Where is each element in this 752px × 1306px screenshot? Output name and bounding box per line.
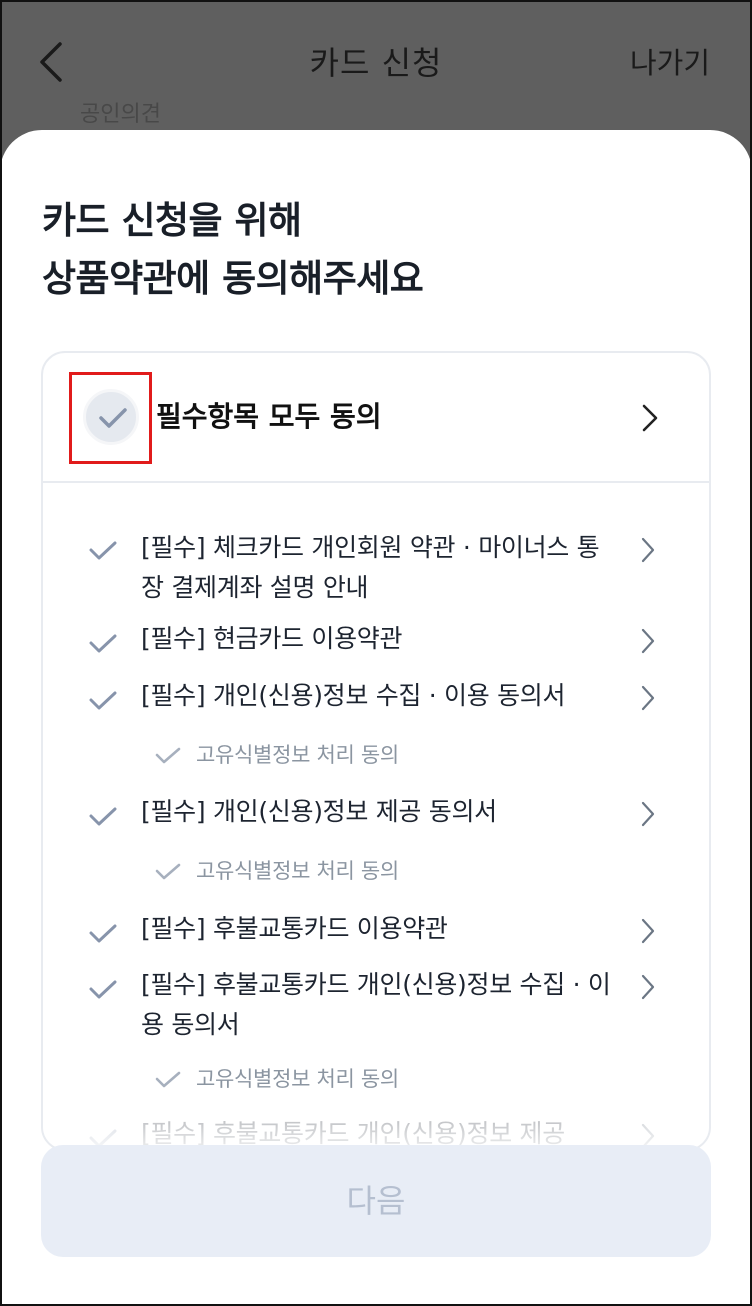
chevron-right-icon[interactable] (639, 972, 657, 1002)
check-icon[interactable] (89, 541, 117, 561)
exit-button[interactable]: 나가기 (630, 40, 710, 82)
heading-line-2: 상품약관에 동의해주세요 (42, 257, 424, 300)
sheet-heading: 카드 신청을 위해 상품약관에 동의해주세요 (42, 192, 424, 308)
agree-all-row[interactable]: 필수항목 모두 동의 (43, 353, 709, 483)
term-label: [필수] 체크카드 개인회원 약관 · 마이너스 통장 결제계좌 설명 안내 (141, 533, 600, 602)
check-icon[interactable] (89, 980, 117, 1000)
heading-line-1: 카드 신청을 위해 (42, 199, 302, 242)
check-icon[interactable] (89, 691, 117, 711)
terms-bottom-sheet: 카드 신청을 위해 상품약관에 동의해주세요 필수항목 모두 동의 [필수] 체… (0, 130, 752, 1306)
highlight-box (69, 372, 152, 464)
term-label: [필수] 현금카드 이용약관 (141, 624, 403, 653)
check-icon[interactable] (155, 863, 181, 881)
chevron-right-icon[interactable] (639, 626, 657, 656)
term-label: [필수] 후불교통카드 개인(신용)정보 수집 · 이용 동의서 (141, 970, 611, 1039)
next-button[interactable]: 다음 (41, 1145, 711, 1257)
term-label: [필수] 개인(신용)정보 제공 동의서 (141, 797, 497, 826)
chevron-right-icon[interactable] (639, 535, 657, 565)
check-icon[interactable] (155, 747, 181, 765)
term-label: [필수] 후불교통카드 이용약관 (141, 914, 448, 943)
term-label: [필수] 개인(신용)정보 수집 · 이용 동의서 (141, 681, 566, 710)
terms-card: 필수항목 모두 동의 [필수] 체크카드 개인회원 약관 · 마이너스 통장 결… (41, 351, 711, 1151)
check-icon[interactable] (89, 634, 117, 654)
sub-term-label: 고유식별정보 처리 동의 (196, 743, 399, 767)
chevron-right-icon[interactable] (641, 403, 659, 433)
sub-term-label: 고유식별정보 처리 동의 (196, 1067, 399, 1091)
chevron-right-icon[interactable] (639, 683, 657, 713)
check-icon[interactable] (89, 924, 117, 944)
agree-all-label: 필수항목 모두 동의 (156, 400, 382, 433)
check-icon[interactable] (89, 807, 117, 827)
chevron-right-icon[interactable] (639, 916, 657, 946)
check-icon[interactable] (155, 1071, 181, 1089)
sub-term-label: 고유식별정보 처리 동의 (196, 859, 399, 883)
background-text: 공인의견 (80, 102, 161, 127)
chevron-right-icon[interactable] (639, 799, 657, 829)
app-header: 카드 신청 나가기 공인의견 (0, 0, 752, 130)
